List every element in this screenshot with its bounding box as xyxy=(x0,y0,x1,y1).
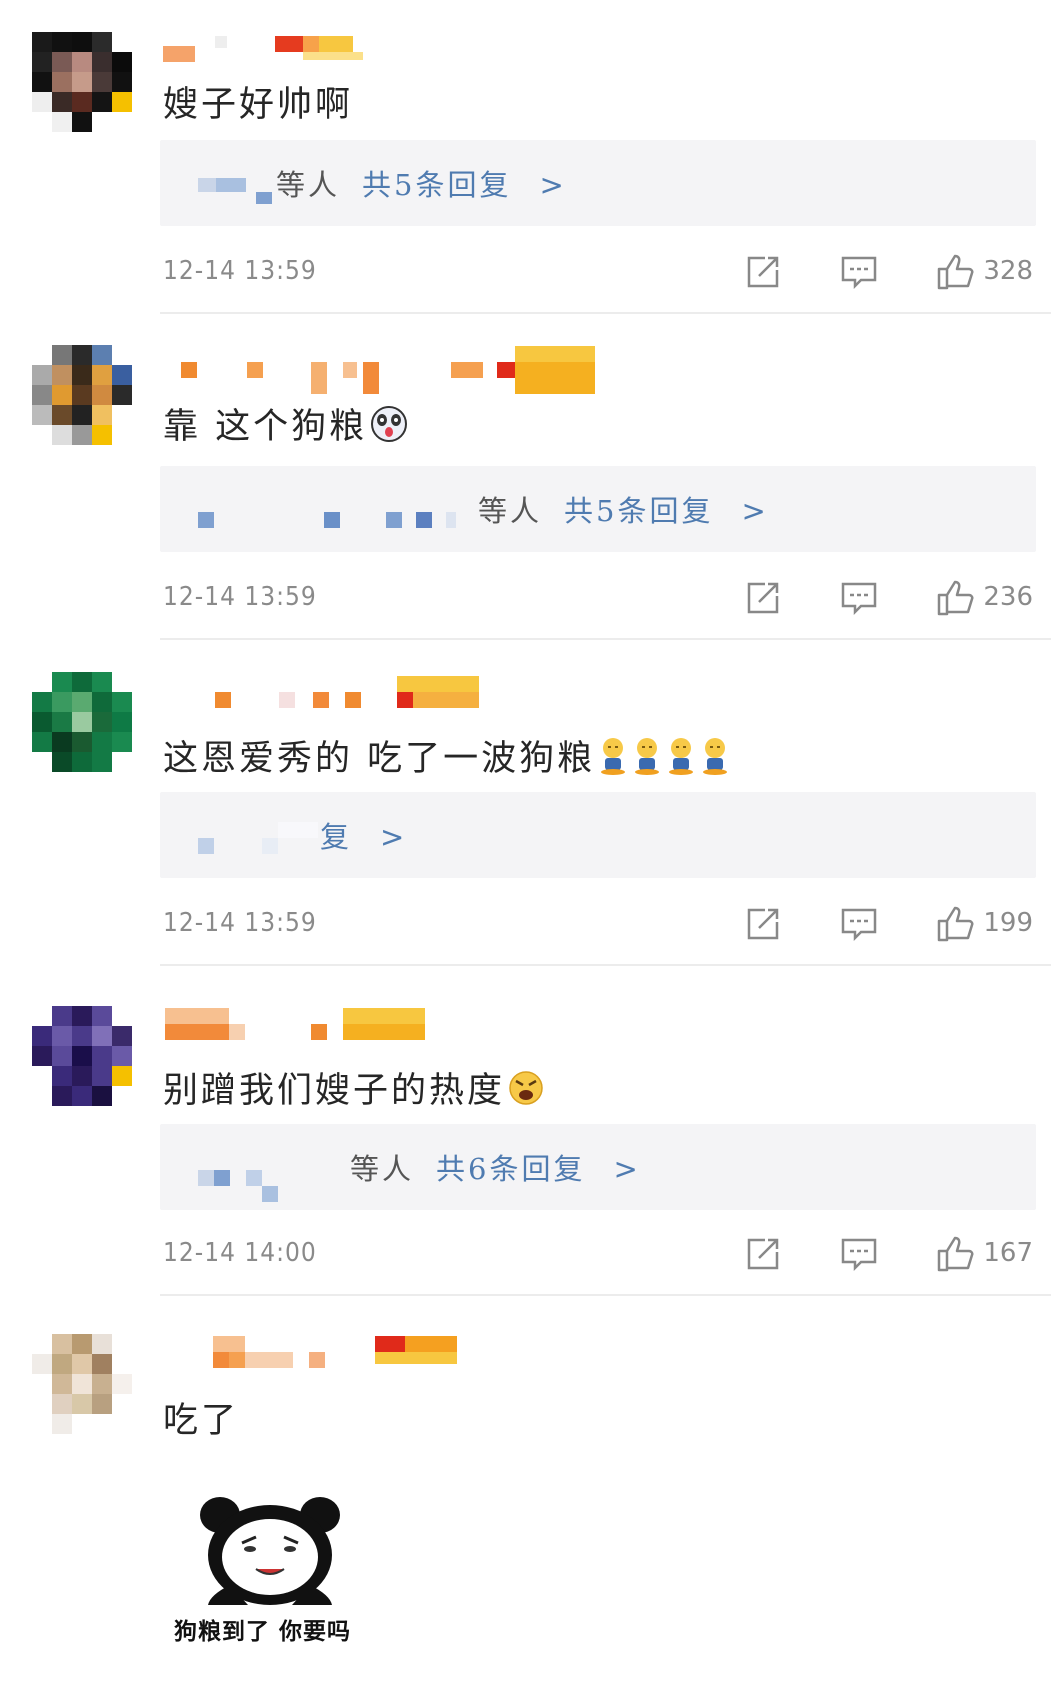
comment-text: 嫂子好帅啊 xyxy=(163,85,354,125)
share-icon[interactable] xyxy=(743,578,783,618)
sticker-caption: 狗粮到了 你要吗 xyxy=(174,1619,352,1645)
reply-users: 等人 xyxy=(276,168,341,202)
chevron-right-icon: > xyxy=(539,168,567,202)
panda-meme-icon xyxy=(170,1485,370,1609)
reply-count-link[interactable]: 复 xyxy=(320,820,352,854)
comment-text: 别蹭我们嫂子的热度 xyxy=(163,1062,545,1116)
divider xyxy=(160,964,1051,966)
chevron-right-icon: > xyxy=(613,1152,641,1186)
username-pixelated[interactable] xyxy=(163,344,603,394)
chevron-right-icon: > xyxy=(741,494,769,528)
like-count: 167 xyxy=(983,1238,1033,1268)
comment-icon[interactable] xyxy=(839,1234,879,1274)
reply-count-link[interactable]: 共6条回复 xyxy=(436,1152,585,1186)
reply-preview[interactable]: 等人 共6条回复 > xyxy=(160,1124,1036,1210)
timestamp: 12-14 13:59 xyxy=(163,256,317,286)
eating-emoji xyxy=(699,736,731,785)
reply-preview[interactable]: 等人 共5条回复 > xyxy=(160,466,1036,552)
chevron-right-icon: > xyxy=(380,820,408,854)
username-pixelated[interactable] xyxy=(163,1334,463,1374)
timestamp: 12-14 13:59 xyxy=(163,582,317,612)
comment-meta: 12-14 13:59 328 xyxy=(163,252,1033,292)
reply-count-link[interactable]: 共5条回复 xyxy=(564,494,713,528)
eating-emoji xyxy=(631,736,663,785)
avatar[interactable] xyxy=(32,345,132,445)
comment-meta: 12-14 14:00 167 xyxy=(163,1234,1033,1274)
comment-icon[interactable] xyxy=(839,904,879,944)
timestamp: 12-14 13:59 xyxy=(163,908,317,938)
like-icon[interactable] xyxy=(935,904,975,944)
username-pixelated[interactable] xyxy=(163,674,483,714)
avatar[interactable] xyxy=(32,672,132,772)
like-count: 236 xyxy=(983,582,1033,612)
reply-count-link[interactable]: 共5条回复 xyxy=(362,168,511,202)
like-count: 199 xyxy=(983,908,1033,938)
share-icon[interactable] xyxy=(743,252,783,292)
divider xyxy=(160,638,1051,640)
comment-meta: 12-14 13:59 236 xyxy=(163,578,1033,618)
panda-face-emoji xyxy=(369,404,409,453)
eating-emoji xyxy=(665,736,697,785)
like-icon[interactable] xyxy=(935,578,975,618)
divider xyxy=(160,1294,1051,1296)
timestamp: 12-14 14:00 xyxy=(163,1238,317,1268)
reply-preview[interactable]: 复 > xyxy=(160,792,1036,878)
like-count: 328 xyxy=(983,256,1033,286)
username-pixelated[interactable] xyxy=(163,36,383,66)
comment-text: 吃了 xyxy=(163,1401,240,1441)
share-icon[interactable] xyxy=(743,1234,783,1274)
reply-users: 等人 xyxy=(478,494,543,528)
eating-emoji xyxy=(597,736,629,785)
comment-meta: 12-14 13:59 199 xyxy=(163,904,1033,944)
reply-users: 等人 xyxy=(350,1152,415,1186)
comment-icon[interactable] xyxy=(839,578,879,618)
divider xyxy=(160,312,1051,314)
comment-icon[interactable] xyxy=(839,252,879,292)
angry-face-emoji xyxy=(507,1069,545,1116)
avatar[interactable] xyxy=(32,1006,132,1106)
avatar[interactable] xyxy=(32,32,132,132)
username-pixelated[interactable] xyxy=(163,1006,443,1046)
share-icon[interactable] xyxy=(743,904,783,944)
avatar[interactable] xyxy=(32,1334,132,1434)
like-icon[interactable] xyxy=(935,252,975,292)
comment-text: 这恩爱秀的 吃了一波狗粮 xyxy=(163,730,731,785)
like-icon[interactable] xyxy=(935,1234,975,1274)
reply-preview[interactable]: 等人 共5条回复 > xyxy=(160,140,1036,226)
comment-text: 靠 这个狗粮 xyxy=(163,398,409,453)
